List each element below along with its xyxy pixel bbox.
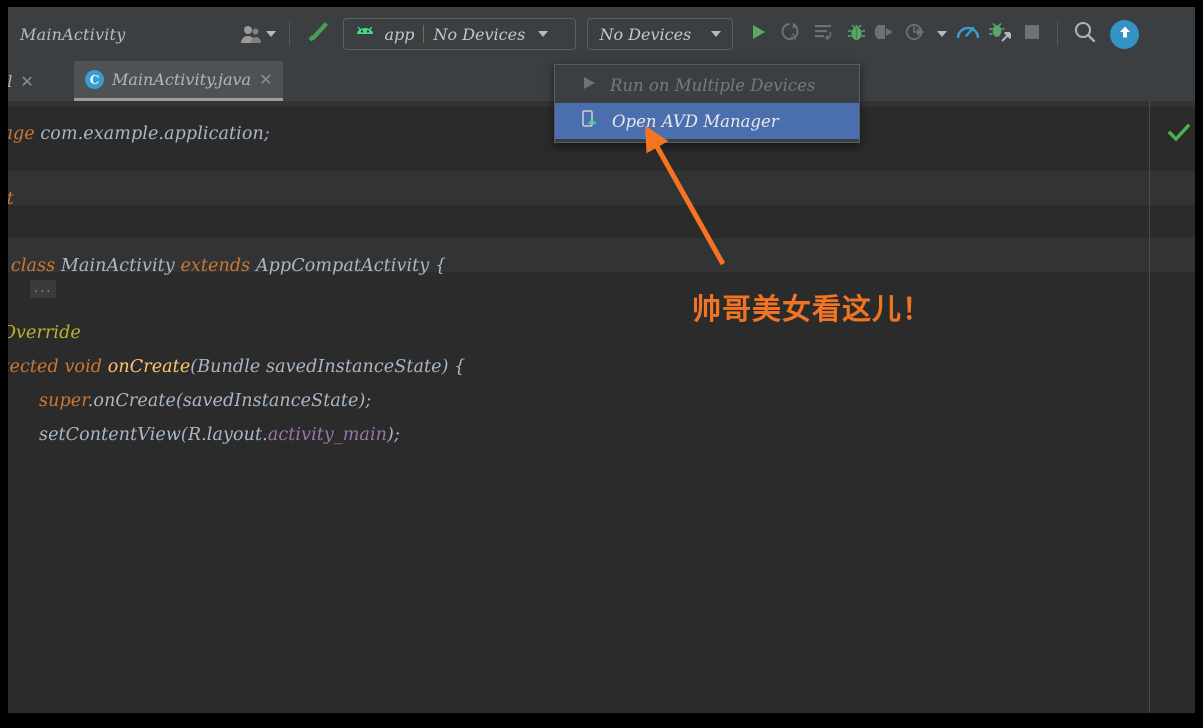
code-token: import [8, 189, 20, 209]
code-line: import [8, 189, 20, 209]
apply-code-changes-icon [813, 22, 835, 46]
profile-dropdown-button[interactable] [931, 18, 953, 50]
code-line: protected void onCreate(Bundle savedInst… [8, 357, 465, 377]
stop-button[interactable] [1017, 18, 1047, 50]
editor-tab-xml[interactable]: xml ✕ [8, 61, 45, 101]
device-dropdown-menu: Run on Multiple Devices Open AVD Manager [554, 64, 860, 143]
run-config-device-label: No Devices [433, 24, 526, 44]
screenshot-root: MainActivity app No Devices No Devices A… [0, 0, 1203, 724]
chevron-down-icon [266, 31, 277, 37]
menu-item-open-avd-manager[interactable]: Open AVD Manager [555, 103, 859, 139]
device-selector-combo[interactable]: No Devices [587, 18, 734, 50]
stop-square-icon [1023, 23, 1041, 45]
code-line: super.onCreate(savedInstanceState); [39, 391, 371, 411]
code-token: com.example.application; [40, 124, 270, 144]
chevron-down-icon [937, 31, 948, 37]
debug-bug-icon [846, 22, 867, 47]
chevron-down-icon [538, 31, 549, 37]
code-token: activity_main [267, 425, 388, 445]
apply-changes-restart-icon: A [779, 21, 801, 47]
editor-right-divider [1149, 101, 1150, 713]
close-x-icon[interactable]: ✕ [20, 72, 33, 91]
apply-changes-restart-activity-button[interactable]: A [773, 18, 807, 50]
run-configuration-combo[interactable]: app No Devices [343, 18, 577, 50]
code-token: super [39, 391, 88, 411]
run-profiler-button[interactable] [953, 18, 983, 50]
run-button[interactable] [743, 18, 773, 50]
code-token: public class [10, 256, 56, 276]
code-token: AppCompatActivity { [255, 256, 447, 276]
attach-debugger-button[interactable] [871, 18, 901, 50]
code-token: ); [387, 425, 400, 445]
editor-band-2 [8, 171, 1195, 205]
code-fold-placeholder[interactable]: ... [30, 280, 57, 298]
inspection-ok-check-icon[interactable] [1167, 121, 1191, 145]
play-triangle-icon [581, 75, 597, 95]
code-token: setContentView(R.layout. [39, 425, 268, 445]
code-editor[interactable]: package com.example.application; import p… [8, 101, 1195, 713]
code-token: @Override [8, 323, 81, 343]
apply-code-changes-button[interactable] [807, 18, 841, 50]
close-x-icon[interactable]: ✕ [259, 70, 272, 89]
upload-button[interactable] [1110, 19, 1140, 49]
build-button[interactable] [303, 18, 333, 50]
code-line: package com.example.application; [8, 124, 270, 144]
toolbar-separator-2 [1057, 22, 1059, 46]
code-token: protected void [8, 357, 103, 377]
play-triangle-icon [748, 22, 768, 46]
android-studio-window: MainActivity app No Devices No Devices A… [8, 7, 1195, 713]
breadcrumb[interactable]: MainActivity [20, 25, 125, 44]
search-magnifier-icon [1073, 20, 1097, 48]
profile-button[interactable] [901, 18, 931, 50]
user-account-button[interactable] [240, 24, 277, 44]
menu-item-run-on-multiple-devices[interactable]: Run on Multiple Devices [555, 67, 859, 103]
arrow-up-circle-icon [1116, 23, 1134, 45]
run-with-coverage-button[interactable] [983, 18, 1017, 50]
debug-button[interactable] [841, 18, 871, 50]
code-token: package [8, 124, 35, 144]
menu-item-label: Open AVD Manager [612, 111, 779, 131]
code-token: (Bundle savedInstanceState) { [190, 357, 466, 377]
attach-debugger-icon [875, 22, 897, 46]
bug-arrow-icon [988, 21, 1012, 47]
code-line: @Override [8, 323, 81, 343]
menu-item-label: Run on Multiple Devices [610, 75, 816, 95]
code-line: public class MainActivity extends AppCom… [8, 256, 446, 276]
editor-tab-label: xml [8, 72, 12, 91]
code-token: .onCreate(savedInstanceState); [87, 391, 372, 411]
editor-tab-label: MainActivity.java [112, 70, 252, 89]
run-config-module-label: app [384, 24, 415, 44]
editor-tab-mainactivity[interactable]: C MainActivity.java ✕ [74, 61, 284, 101]
speedometer-icon [956, 22, 980, 46]
profile-clock-icon [905, 22, 927, 46]
user-avatar-icon [240, 24, 262, 44]
toolbar-separator-1 [289, 22, 291, 46]
device-manager-icon [581, 110, 599, 132]
code-line: setContentView(R.layout.activity_main); [39, 425, 400, 445]
svg-text:A: A [790, 33, 797, 43]
code-token: MainActivity [60, 256, 181, 276]
main-toolbar: MainActivity app No Devices No Devices A [8, 7, 1195, 61]
java-class-icon: C [85, 70, 104, 89]
device-selector-label: No Devices [599, 24, 692, 44]
chevron-down-icon [711, 31, 722, 37]
combo-divider [423, 25, 425, 43]
code-token: onCreate [107, 357, 191, 377]
code-token: extends [180, 256, 256, 276]
build-hammer-icon [305, 19, 331, 49]
search-everywhere-button[interactable] [1068, 18, 1102, 50]
android-robot-icon [355, 26, 375, 42]
